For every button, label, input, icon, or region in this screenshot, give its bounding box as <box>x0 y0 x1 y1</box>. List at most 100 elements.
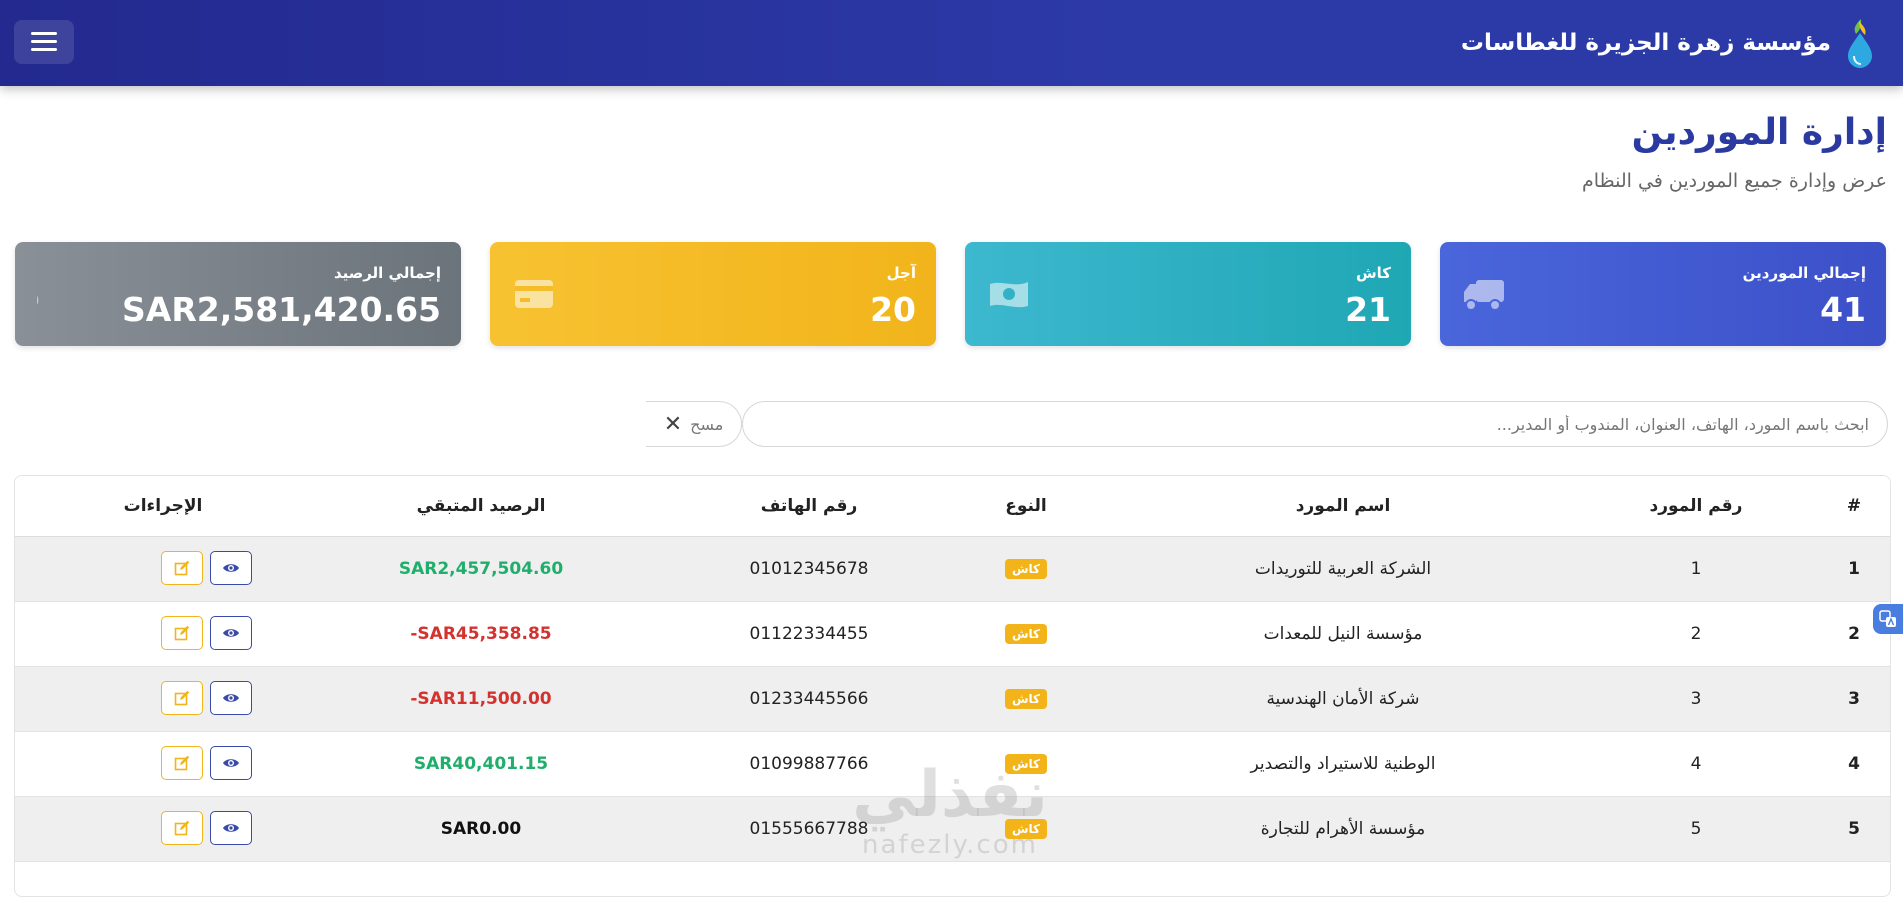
credit-card-icon <box>515 280 553 308</box>
type-cell: كاش <box>976 667 1076 731</box>
page-subtitle: عرض وإدارة جميع الموردين في النظام <box>1581 170 1887 192</box>
type-badge: كاش <box>1004 754 1048 774</box>
table-row: 1 1 الشركة العربية للتوريدات كاش 0101234… <box>15 537 1890 602</box>
supplier-name: مؤسسة الأهرام للتجارة <box>1260 819 1426 839</box>
row-index: 5 <box>1848 819 1860 839</box>
actions-cell <box>73 667 253 731</box>
table-row: 2 2 مؤسسة النيل للمعدات كاش 01122334455 … <box>15 602 1890 667</box>
stat-value: 20 <box>870 290 916 329</box>
supplier-name: الوطنية للاستيراد والتصدير <box>1250 754 1436 774</box>
type-badge: كاش <box>1004 624 1048 644</box>
row-index: 4 <box>1848 754 1860 774</box>
supplier-number: 3 <box>1690 689 1702 709</box>
type-cell: كاش <box>976 797 1076 861</box>
edit-icon <box>174 820 190 836</box>
edit-icon <box>174 755 190 771</box>
stat-card-total-balance: إجمالي الرصيد SAR2,581,420.65 $ <box>15 242 461 346</box>
edit-icon <box>174 560 190 576</box>
row-index: 2 <box>1848 624 1860 644</box>
translate-icon <box>1879 610 1896 627</box>
edit-button[interactable] <box>161 681 203 715</box>
balance-value: SAR40,401.15 <box>321 732 641 796</box>
actions-cell <box>73 797 253 861</box>
row-index: 1 <box>1848 559 1860 579</box>
clear-search-button[interactable]: مسح ✕ <box>646 401 742 447</box>
stat-value: 21 <box>1345 290 1391 329</box>
supplier-name: مؤسسة النيل للمعدات <box>1263 624 1423 644</box>
hamburger-icon <box>31 32 57 52</box>
clear-label: مسح <box>690 414 724 434</box>
col-header-type: النوع <box>1005 496 1047 516</box>
type-badge: كاش <box>1004 819 1048 839</box>
col-header-index: # <box>1846 496 1862 516</box>
view-button[interactable] <box>210 616 252 650</box>
eye-icon <box>223 824 239 832</box>
edit-button[interactable] <box>161 811 203 845</box>
col-header-supplier-name: اسم المورد <box>1295 496 1391 516</box>
view-button[interactable] <box>210 681 252 715</box>
dollar-icon: $ <box>37 274 41 314</box>
view-button[interactable] <box>210 811 252 845</box>
svg-text:$: $ <box>37 274 41 314</box>
edit-button[interactable] <box>161 616 203 650</box>
balance-value: -SAR11,500.00 <box>321 667 641 731</box>
balance-text: SAR0.00 <box>440 819 522 839</box>
stat-value: SAR2,581,420.65 <box>122 290 441 329</box>
truck-icon <box>1464 280 1504 311</box>
col-header-balance: الرصيد المتبقي <box>416 496 546 516</box>
supplier-number: 5 <box>1690 819 1702 839</box>
view-button[interactable] <box>210 551 252 585</box>
stat-card-total-suppliers: إجمالي الموردين 41 <box>1440 242 1886 346</box>
suppliers-table: # رقم المورد اسم المورد النوع رقم الهاتف… <box>14 475 1891 897</box>
stat-card-cash: كاش 21 <box>965 242 1411 346</box>
brand[interactable]: مؤسسة زهرة الجزيرة للغطاسات <box>1461 14 1877 72</box>
type-cell: كاش <box>976 732 1076 796</box>
table-row: 3 3 شركة الأمان الهندسية كاش 01233445566… <box>15 667 1890 732</box>
actions-cell <box>73 732 253 796</box>
top-navbar: مؤسسة زهرة الجزيرة للغطاسات <box>0 0 1903 86</box>
menu-toggle-button[interactable] <box>14 20 74 64</box>
phone-number: 01122334455 <box>749 624 869 644</box>
edit-icon <box>174 690 190 706</box>
balance-value: SAR2,457,504.60 <box>321 537 641 601</box>
phone-number: 01099887766 <box>749 754 869 774</box>
stat-label: إجمالي الرصيد <box>333 264 441 282</box>
stat-label: آجل <box>886 264 916 282</box>
type-badge: كاش <box>1004 689 1048 709</box>
balance-text: SAR2,457,504.60 <box>398 559 564 579</box>
supplier-name: شركة الأمان الهندسية <box>1266 689 1420 709</box>
edit-button[interactable] <box>161 551 203 585</box>
col-header-phone: رقم الهاتف <box>760 496 858 516</box>
eye-icon <box>223 564 239 572</box>
table-row: 5 5 مؤسسة الأهرام للتجارة كاش 0155566778… <box>15 797 1890 862</box>
search-box <box>742 401 1888 447</box>
translate-button[interactable] <box>1873 604 1903 634</box>
col-header-supplier-number: رقم المورد <box>1649 496 1743 516</box>
view-button[interactable] <box>210 746 252 780</box>
stat-label: كاش <box>1355 264 1391 282</box>
supplier-number: 4 <box>1690 754 1702 774</box>
supplier-number: 1 <box>1690 559 1702 579</box>
balance-text: -SAR45,358.85 <box>410 624 552 644</box>
phone-number: 01555667788 <box>749 819 869 839</box>
eye-icon <box>223 759 239 767</box>
search-input[interactable] <box>743 402 1887 446</box>
actions-cell <box>73 602 253 666</box>
table-header: # رقم المورد اسم المورد النوع رقم الهاتف… <box>15 476 1890 537</box>
stat-value: 41 <box>1820 290 1866 329</box>
balance-value: -SAR45,358.85 <box>321 602 641 666</box>
actions-cell <box>73 537 253 601</box>
close-icon: ✕ <box>663 411 683 437</box>
balance-value: SAR0.00 <box>321 797 641 861</box>
stat-card-credit: آجل 20 <box>490 242 936 346</box>
phone-number: 01233445566 <box>749 689 869 709</box>
col-header-actions: الإجراءات <box>123 496 203 516</box>
edit-button[interactable] <box>161 746 203 780</box>
balance-text: -SAR11,500.00 <box>410 689 552 709</box>
table-row: 4 4 الوطنية للاستيراد والتصدير كاش 01099… <box>15 732 1890 797</box>
row-index: 3 <box>1848 689 1860 709</box>
edit-icon <box>174 625 190 641</box>
type-cell: كاش <box>976 602 1076 666</box>
page-title: إدارة الموردين <box>1631 112 1887 153</box>
supplier-number: 2 <box>1690 624 1702 644</box>
